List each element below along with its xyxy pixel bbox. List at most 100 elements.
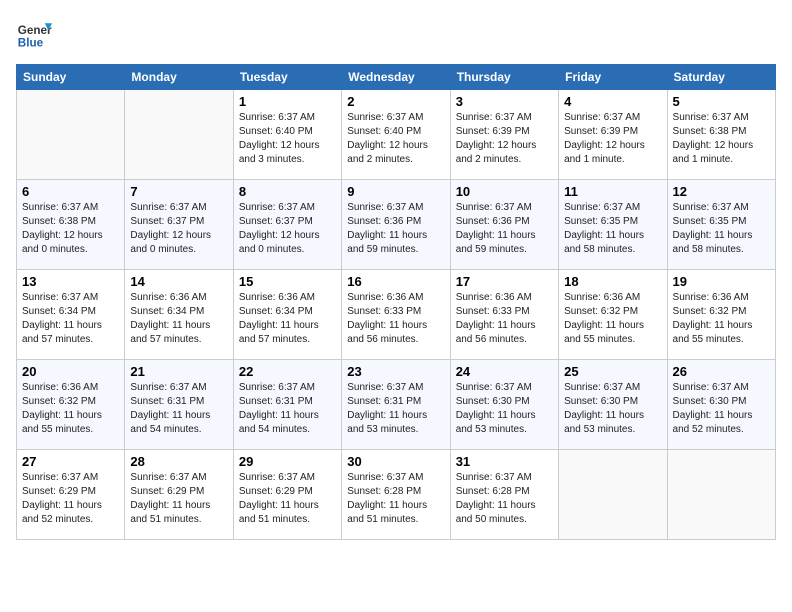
calendar-cell: 26 Sunrise: 6:37 AMSunset: 6:30 PMDaylig… [667,360,775,450]
day-number: 14 [130,274,227,289]
day-number: 27 [22,454,119,469]
cell-info: Sunrise: 6:37 AMSunset: 6:29 PMDaylight:… [239,472,319,525]
col-header-monday: Monday [125,65,233,90]
col-header-friday: Friday [559,65,667,90]
day-number: 12 [673,184,770,199]
calendar-table: SundayMondayTuesdayWednesdayThursdayFrid… [16,64,776,540]
calendar-cell: 6 Sunrise: 6:37 AMSunset: 6:38 PMDayligh… [17,180,125,270]
calendar-cell: 30 Sunrise: 6:37 AMSunset: 6:28 PMDaylig… [342,450,450,540]
cell-info: Sunrise: 6:36 AMSunset: 6:32 PMDaylight:… [564,292,644,345]
logo-icon: General Blue [16,16,52,52]
day-number: 1 [239,94,336,109]
day-number: 2 [347,94,444,109]
day-number: 22 [239,364,336,379]
cell-info: Sunrise: 6:37 AMSunset: 6:37 PMDaylight:… [239,202,320,255]
calendar-cell [125,90,233,180]
day-number: 24 [456,364,553,379]
cell-info: Sunrise: 6:37 AMSunset: 6:38 PMDaylight:… [22,202,103,255]
calendar-cell: 4 Sunrise: 6:37 AMSunset: 6:39 PMDayligh… [559,90,667,180]
calendar-cell: 23 Sunrise: 6:37 AMSunset: 6:31 PMDaylig… [342,360,450,450]
day-number: 28 [130,454,227,469]
day-number: 11 [564,184,661,199]
day-number: 18 [564,274,661,289]
cell-info: Sunrise: 6:36 AMSunset: 6:33 PMDaylight:… [347,292,427,345]
calendar-cell: 1 Sunrise: 6:37 AMSunset: 6:40 PMDayligh… [233,90,341,180]
calendar-cell: 16 Sunrise: 6:36 AMSunset: 6:33 PMDaylig… [342,270,450,360]
day-number: 16 [347,274,444,289]
cell-info: Sunrise: 6:37 AMSunset: 6:30 PMDaylight:… [564,382,644,435]
cell-info: Sunrise: 6:37 AMSunset: 6:37 PMDaylight:… [130,202,211,255]
calendar-cell: 7 Sunrise: 6:37 AMSunset: 6:37 PMDayligh… [125,180,233,270]
calendar-cell: 21 Sunrise: 6:37 AMSunset: 6:31 PMDaylig… [125,360,233,450]
day-number: 20 [22,364,119,379]
day-number: 9 [347,184,444,199]
cell-info: Sunrise: 6:37 AMSunset: 6:39 PMDaylight:… [564,112,645,165]
calendar-cell: 13 Sunrise: 6:37 AMSunset: 6:34 PMDaylig… [17,270,125,360]
calendar-cell: 11 Sunrise: 6:37 AMSunset: 6:35 PMDaylig… [559,180,667,270]
cell-info: Sunrise: 6:37 AMSunset: 6:28 PMDaylight:… [347,472,427,525]
day-number: 17 [456,274,553,289]
day-number: 26 [673,364,770,379]
calendar-cell [559,450,667,540]
calendar-cell: 14 Sunrise: 6:36 AMSunset: 6:34 PMDaylig… [125,270,233,360]
day-number: 3 [456,94,553,109]
svg-text:Blue: Blue [18,37,44,50]
day-number: 19 [673,274,770,289]
day-number: 31 [456,454,553,469]
day-number: 25 [564,364,661,379]
calendar-cell [17,90,125,180]
cell-info: Sunrise: 6:37 AMSunset: 6:28 PMDaylight:… [456,472,536,525]
calendar-cell: 19 Sunrise: 6:36 AMSunset: 6:32 PMDaylig… [667,270,775,360]
col-header-wednesday: Wednesday [342,65,450,90]
day-number: 8 [239,184,336,199]
calendar-cell: 22 Sunrise: 6:37 AMSunset: 6:31 PMDaylig… [233,360,341,450]
cell-info: Sunrise: 6:37 AMSunset: 6:36 PMDaylight:… [347,202,427,255]
calendar-cell: 9 Sunrise: 6:37 AMSunset: 6:36 PMDayligh… [342,180,450,270]
calendar-cell: 17 Sunrise: 6:36 AMSunset: 6:33 PMDaylig… [450,270,558,360]
calendar-cell: 2 Sunrise: 6:37 AMSunset: 6:40 PMDayligh… [342,90,450,180]
day-number: 6 [22,184,119,199]
cell-info: Sunrise: 6:37 AMSunset: 6:30 PMDaylight:… [673,382,753,435]
cell-info: Sunrise: 6:37 AMSunset: 6:30 PMDaylight:… [456,382,536,435]
calendar-cell: 20 Sunrise: 6:36 AMSunset: 6:32 PMDaylig… [17,360,125,450]
cell-info: Sunrise: 6:37 AMSunset: 6:36 PMDaylight:… [456,202,536,255]
day-number: 13 [22,274,119,289]
day-number: 15 [239,274,336,289]
day-number: 7 [130,184,227,199]
cell-info: Sunrise: 6:36 AMSunset: 6:34 PMDaylight:… [239,292,319,345]
cell-info: Sunrise: 6:36 AMSunset: 6:32 PMDaylight:… [22,382,102,435]
calendar-cell: 18 Sunrise: 6:36 AMSunset: 6:32 PMDaylig… [559,270,667,360]
cell-info: Sunrise: 6:37 AMSunset: 6:35 PMDaylight:… [564,202,644,255]
day-number: 23 [347,364,444,379]
calendar-cell: 12 Sunrise: 6:37 AMSunset: 6:35 PMDaylig… [667,180,775,270]
cell-info: Sunrise: 6:37 AMSunset: 6:29 PMDaylight:… [130,472,210,525]
cell-info: Sunrise: 6:37 AMSunset: 6:40 PMDaylight:… [239,112,320,165]
cell-info: Sunrise: 6:37 AMSunset: 6:31 PMDaylight:… [130,382,210,435]
cell-info: Sunrise: 6:36 AMSunset: 6:34 PMDaylight:… [130,292,210,345]
col-header-thursday: Thursday [450,65,558,90]
col-header-tuesday: Tuesday [233,65,341,90]
calendar-cell: 3 Sunrise: 6:37 AMSunset: 6:39 PMDayligh… [450,90,558,180]
cell-info: Sunrise: 6:36 AMSunset: 6:33 PMDaylight:… [456,292,536,345]
day-number: 5 [673,94,770,109]
calendar-cell [667,450,775,540]
day-number: 30 [347,454,444,469]
col-header-sunday: Sunday [17,65,125,90]
calendar-cell: 10 Sunrise: 6:37 AMSunset: 6:36 PMDaylig… [450,180,558,270]
col-header-saturday: Saturday [667,65,775,90]
logo: General Blue [16,16,52,52]
calendar-cell: 29 Sunrise: 6:37 AMSunset: 6:29 PMDaylig… [233,450,341,540]
calendar-cell: 15 Sunrise: 6:36 AMSunset: 6:34 PMDaylig… [233,270,341,360]
day-number: 29 [239,454,336,469]
cell-info: Sunrise: 6:36 AMSunset: 6:32 PMDaylight:… [673,292,753,345]
calendar-cell: 24 Sunrise: 6:37 AMSunset: 6:30 PMDaylig… [450,360,558,450]
calendar-cell: 31 Sunrise: 6:37 AMSunset: 6:28 PMDaylig… [450,450,558,540]
cell-info: Sunrise: 6:37 AMSunset: 6:29 PMDaylight:… [22,472,102,525]
cell-info: Sunrise: 6:37 AMSunset: 6:39 PMDaylight:… [456,112,537,165]
day-number: 4 [564,94,661,109]
calendar-cell: 25 Sunrise: 6:37 AMSunset: 6:30 PMDaylig… [559,360,667,450]
calendar-cell: 28 Sunrise: 6:37 AMSunset: 6:29 PMDaylig… [125,450,233,540]
cell-info: Sunrise: 6:37 AMSunset: 6:38 PMDaylight:… [673,112,754,165]
calendar-cell: 8 Sunrise: 6:37 AMSunset: 6:37 PMDayligh… [233,180,341,270]
cell-info: Sunrise: 6:37 AMSunset: 6:31 PMDaylight:… [347,382,427,435]
